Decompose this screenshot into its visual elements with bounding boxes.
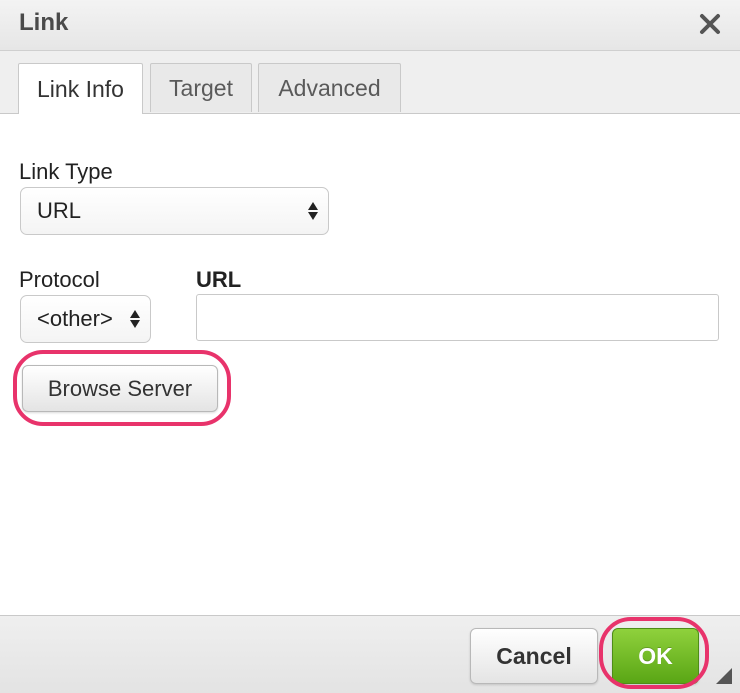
tab-advanced[interactable]: Advanced bbox=[258, 63, 401, 112]
protocol-value: <other> bbox=[37, 306, 113, 331]
link-dialog: Link Link Info Target Advanced Link Type… bbox=[0, 0, 740, 693]
resize-grip-icon[interactable] bbox=[716, 668, 732, 684]
tab-link-info[interactable]: Link Info bbox=[18, 63, 143, 114]
ok-button[interactable]: OK bbox=[612, 628, 699, 684]
url-label: URL bbox=[196, 267, 242, 292]
protocol-label: Protocol bbox=[19, 267, 100, 292]
select-arrows-icon bbox=[308, 202, 318, 220]
select-arrows-icon bbox=[130, 310, 140, 328]
link-type-value: URL bbox=[37, 198, 82, 223]
dialog-title: Link bbox=[19, 9, 69, 36]
url-input[interactable] bbox=[196, 294, 719, 341]
tab-bar: Link Info Target Advanced bbox=[0, 51, 740, 114]
tab-target[interactable]: Target bbox=[150, 63, 252, 112]
protocol-select[interactable]: <other> bbox=[20, 295, 151, 343]
close-icon bbox=[700, 14, 720, 34]
link-type-select[interactable]: URL bbox=[20, 187, 329, 235]
dialog-titlebar[interactable]: Link bbox=[0, 0, 740, 51]
link-type-label: Link Type bbox=[19, 159, 113, 184]
cancel-button[interactable]: Cancel bbox=[470, 628, 598, 684]
close-button[interactable] bbox=[694, 8, 726, 40]
browse-server-button[interactable]: Browse Server bbox=[22, 365, 218, 412]
